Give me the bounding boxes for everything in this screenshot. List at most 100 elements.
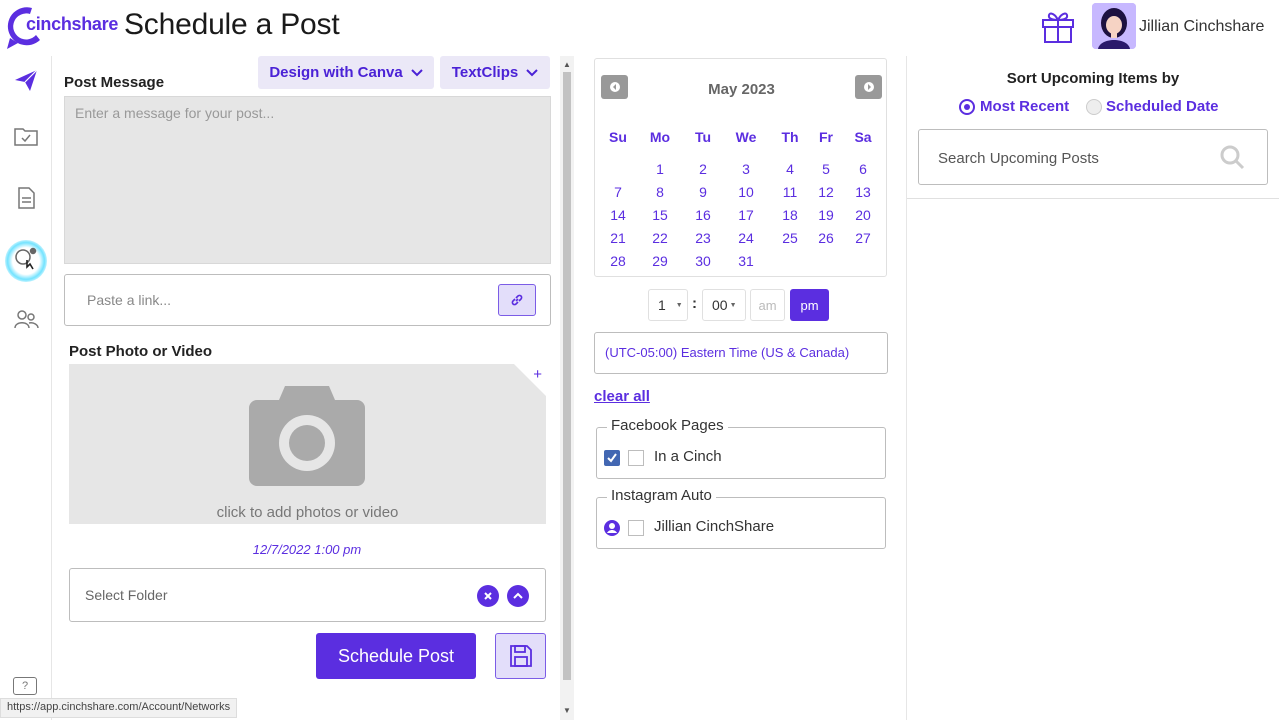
calendar-day[interactable]: 5 <box>806 161 846 177</box>
date-stamp: 12/7/2022 1:00 pm <box>252 542 362 557</box>
design-with-canva-label: Design with Canva <box>269 64 403 81</box>
calendar-day[interactable]: 23 <box>683 230 723 246</box>
instagram-account-name: Jillian CinchShare <box>654 518 775 535</box>
hour-value: 1 <box>658 297 666 313</box>
calendar-day[interactable]: 18 <box>770 207 810 223</box>
weekday-header: We <box>735 129 757 145</box>
hour-select[interactable]: 1 ▼ <box>648 289 688 321</box>
calendar-day[interactable]: 21 <box>598 230 638 246</box>
users-icon[interactable] <box>12 306 40 334</box>
calendar-day[interactable]: 19 <box>806 207 846 223</box>
calendar-day[interactable]: 13 <box>843 184 883 200</box>
instagram-auto-legend: Instagram Auto <box>607 487 716 504</box>
calendar-day[interactable]: 2 <box>683 161 723 177</box>
calendar-day[interactable]: 7 <box>598 184 638 200</box>
calendar-day[interactable]: 20 <box>843 207 883 223</box>
avatar[interactable] <box>1092 3 1136 49</box>
message-placeholder: Enter a message for your post... <box>75 105 275 121</box>
minute-select[interactable]: 00 ▼ <box>702 289 746 321</box>
weekday-header: Su <box>609 129 627 145</box>
add-photo-plus[interactable]: + <box>533 366 542 383</box>
sort-title: Sort Upcoming Items by <box>1006 70 1180 87</box>
calendar-day[interactable]: 3 <box>726 161 766 177</box>
calendar-day[interactable]: 14 <box>598 207 638 223</box>
scroll-up-icon[interactable]: ▲ <box>563 60 571 69</box>
search-icon[interactable] <box>1219 144 1245 170</box>
select-folder-dropdown[interactable]: Select Folder <box>69 568 546 622</box>
calendar-day[interactable]: 27 <box>843 230 883 246</box>
photo-upload-area[interactable]: + click to add photos or video <box>69 364 546 524</box>
time-separator: : <box>692 295 697 312</box>
scroll-down-icon[interactable]: ▼ <box>563 706 571 715</box>
calendar-day[interactable]: 9 <box>683 184 723 200</box>
most-recent-label[interactable]: Most Recent <box>980 98 1069 115</box>
calendar-day[interactable]: 25 <box>770 230 810 246</box>
toggle-folder-button[interactable] <box>507 585 529 607</box>
document-icon[interactable] <box>12 184 40 212</box>
calendar-day[interactable]: 16 <box>683 207 723 223</box>
post-message-textarea[interactable]: Enter a message for your post... <box>64 96 551 264</box>
facebook-pages-legend: Facebook Pages <box>607 417 728 434</box>
upcoming-panel: Sort Upcoming Items by Most Recent Sched… <box>906 56 1280 720</box>
calendar-day[interactable]: 8 <box>640 184 680 200</box>
photo-caption: click to add photos or video <box>216 504 399 521</box>
pm-toggle[interactable]: pm <box>790 289 829 321</box>
calendar-day[interactable]: 1 <box>640 161 680 177</box>
calendar-day[interactable]: 26 <box>806 230 846 246</box>
help-icon[interactable]: ? <box>13 677 37 695</box>
schedule-post-button[interactable]: Schedule Post <box>316 633 476 679</box>
folder-check-icon[interactable] <box>12 122 40 150</box>
calendar-day[interactable]: 6 <box>843 161 883 177</box>
send-icon[interactable] <box>12 66 40 94</box>
calendar-day[interactable]: 11 <box>770 184 810 200</box>
calendar-day[interactable]: 31 <box>726 253 766 269</box>
close-icon <box>484 592 492 600</box>
calendar-day[interactable]: 17 <box>726 207 766 223</box>
facebook-icon <box>604 450 620 466</box>
calendar-day[interactable]: 29 <box>640 253 680 269</box>
calendar-day[interactable]: 24 <box>726 230 766 246</box>
textclips-label: TextClips <box>451 64 519 81</box>
design-with-canva-button[interactable]: Design with Canva <box>258 56 434 89</box>
calendar: May 2023 Su Mo Tu We Th Fr Sa 1 2 3 4 5 6 7 8 9 10 11 12 13… <box>594 58 887 277</box>
chevron-right-icon <box>863 82 874 92</box>
am-toggle[interactable]: am <box>750 289 785 321</box>
calendar-day[interactable]: 4 <box>770 161 810 177</box>
gift-icon[interactable] <box>1040 8 1076 44</box>
left-navigation: ? <box>0 56 52 720</box>
networks-icon[interactable] <box>12 244 40 272</box>
cinchshare-logo[interactable]: cinchshare <box>4 2 119 50</box>
camera-icon <box>249 386 365 486</box>
scroll-thumb[interactable] <box>563 72 571 680</box>
timezone-select[interactable]: (UTC-05:00) Eastern Time (US & Canada) <box>594 332 888 374</box>
instagram-auto-group: Instagram Auto Jillian CinchShare <box>596 487 886 549</box>
calendar-day[interactable]: 28 <box>598 253 638 269</box>
calendar-day[interactable]: 12 <box>806 184 846 200</box>
post-message-label: Post Message <box>64 74 165 91</box>
link-input[interactable]: Paste a link... <box>64 274 551 326</box>
search-upcoming-input[interactable]: Search Upcoming Posts <box>918 129 1268 185</box>
save-draft-button[interactable] <box>495 633 546 679</box>
jillian-cinchshare-checkbox[interactable] <box>628 520 644 536</box>
compose-scrollbar[interactable]: ▲ ▼ <box>560 56 574 720</box>
clear-all-link[interactable]: clear all <box>594 388 650 405</box>
calendar-day[interactable]: 10 <box>726 184 766 200</box>
most-recent-radio[interactable] <box>959 99 975 115</box>
textclips-button[interactable]: TextClips <box>440 56 550 89</box>
user-name[interactable]: Jillian Cinchshare <box>1139 18 1264 36</box>
folder-placeholder: Select Folder <box>85 587 168 603</box>
in-a-cinch-checkbox[interactable] <box>628 450 644 466</box>
save-icon <box>509 645 532 667</box>
scheduled-date-radio[interactable] <box>1086 99 1102 115</box>
clear-folder-button[interactable] <box>477 585 499 607</box>
next-month-button[interactable] <box>855 75 882 99</box>
calendar-day[interactable]: 30 <box>683 253 723 269</box>
attach-link-button[interactable] <box>498 284 536 316</box>
weekday-header: Fr <box>819 129 833 145</box>
chevron-up-icon <box>513 592 523 599</box>
search-placeholder: Search Upcoming Posts <box>938 150 1099 167</box>
header: cinchshare Schedule a Post Jillian Cinch… <box>0 0 1280 56</box>
scheduled-date-label[interactable]: Scheduled Date <box>1106 98 1219 115</box>
calendar-day[interactable]: 15 <box>640 207 680 223</box>
calendar-day[interactable]: 22 <box>640 230 680 246</box>
